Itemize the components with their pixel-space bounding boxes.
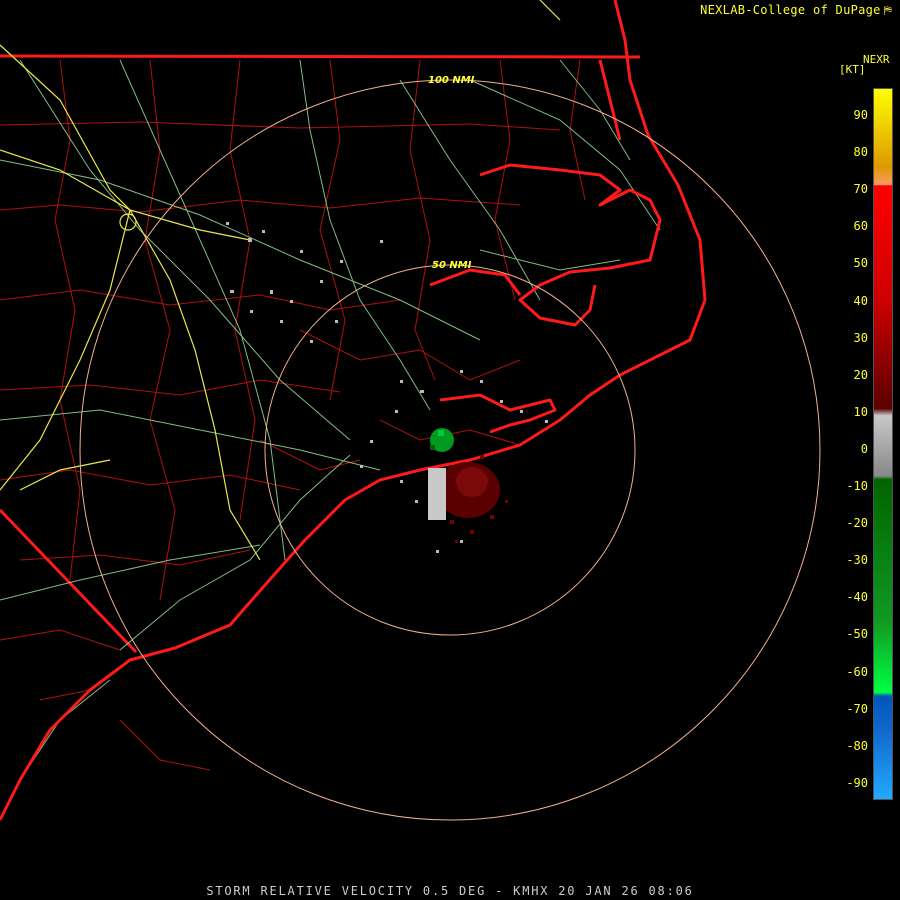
legend-unit: [KT] [839, 63, 866, 76]
product-caption: STORM RELATIVE VELOCITY 0.5 DEG - KMHX 2… [206, 884, 694, 898]
attribution: NEXLAB-College of DuPage ⛿ [700, 3, 892, 18]
colorbar-tick-label: 60 [853, 219, 868, 234]
colorbar-tick-label: 40 [853, 293, 868, 308]
echo-outbound-inner [456, 467, 488, 497]
range-ring-label-100: 100 NMI [428, 75, 475, 86]
legend-title: NEXR [863, 53, 890, 66]
attribution-text: NEXLAB-College of DuPage [700, 3, 881, 17]
radar-map: 100 NMI 50 NMI [0, 0, 821, 821]
colorbar-tick-label: -70 [846, 701, 868, 716]
colorbar-tick-label: 20 [853, 367, 868, 382]
colorbar-tick-label: 30 [853, 330, 868, 345]
range-rings [79, 79, 821, 821]
colorbar-tick-label: 90 [853, 108, 868, 122]
radar-view: 100 NMI 50 NMI NEXLAB-College of DuPage … [0, 0, 900, 900]
colorbar-tick-label: -80 [846, 738, 868, 753]
colorbar-tick-label: -30 [846, 553, 868, 568]
colorbar-tick-label: -90 [846, 775, 868, 790]
colorbar-tick-label: -20 [846, 516, 868, 531]
colorbar-tick-label: -50 [846, 627, 868, 642]
colorbar-tick-label: 0 [860, 441, 868, 456]
colorbar-tick-label: 80 [853, 145, 868, 160]
state-boundaries [0, 54, 641, 654]
colorbar-tick-label: -60 [846, 664, 868, 679]
range-ring-100 [79, 79, 821, 821]
colorbar-tick-label: -10 [846, 479, 868, 493]
range-ring-label-50: 50 NMI [432, 260, 472, 271]
bookmark-flag-icon: ⛿ [883, 4, 892, 17]
echo-near-zero-band [428, 468, 446, 520]
colorbar-tick-label: 70 [853, 182, 868, 197]
velocity-colorbar [873, 88, 893, 800]
colorbar-tick-label: -40 [846, 590, 868, 605]
colorbar-tick-label: 50 [853, 256, 868, 271]
colorbar-tick-label: 10 [853, 404, 868, 419]
